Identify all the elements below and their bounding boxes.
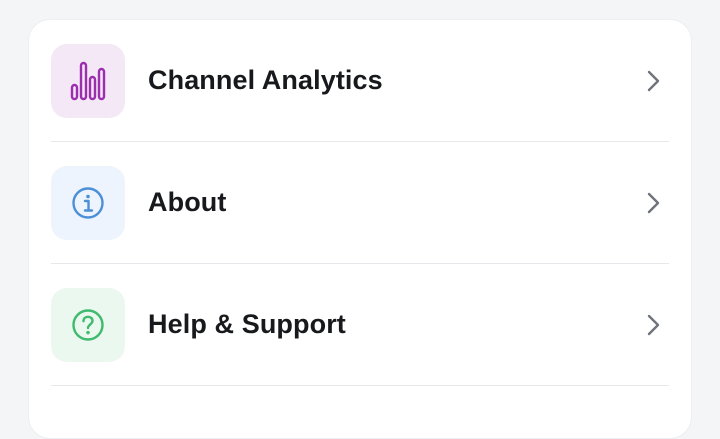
menu-item-help-support[interactable]: Help & Support <box>51 264 669 386</box>
menu-item-label: Channel Analytics <box>148 65 383 95</box>
help-icon <box>72 308 104 341</box>
info-icon <box>72 186 104 219</box>
help-icon-tile <box>51 287 125 362</box>
menu-item-label: Help & Support <box>148 309 346 339</box>
menu-item-channel-analytics[interactable]: Channel Analytics <box>51 20 669 142</box>
chevron-right-icon <box>647 70 660 91</box>
about-icon-tile <box>51 165 125 240</box>
menu-item-label: About <box>148 187 227 217</box>
bar-chart-icon <box>70 61 106 100</box>
chevron-right-icon <box>647 314 660 335</box>
settings-menu-card: Channel Analytics About Help & Support <box>28 19 692 439</box>
menu-item-about[interactable]: About <box>51 142 669 264</box>
chevron-right-icon <box>647 192 660 213</box>
channel-analytics-icon-tile <box>51 43 125 118</box>
